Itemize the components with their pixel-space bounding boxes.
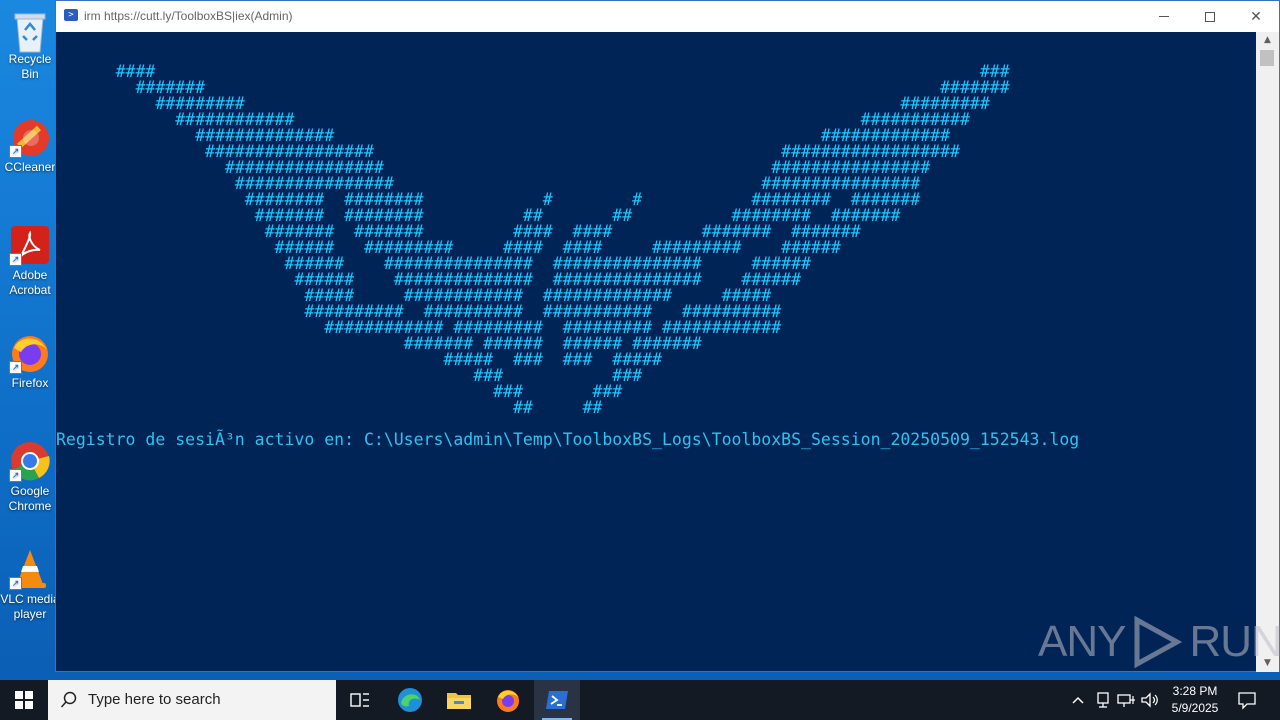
desktop-icon-adobe-acrobat[interactable]: ↗ Adobe Acrobat [0,224,60,298]
search-icon [60,691,77,708]
shortcut-arrow-icon: ↗ [9,253,22,266]
close-button[interactable]: ✕ [1233,1,1279,32]
desktop-icon-label: CCleaner [4,160,56,174]
shortcut-arrow-icon: ↗ [9,469,22,482]
task-view-button[interactable] [337,680,383,720]
notification-icon [1238,692,1256,710]
close-icon: ✕ [1250,8,1262,24]
maximize-icon [1205,11,1215,22]
chrome-icon: ↗ [9,440,51,482]
minimize-icon [1159,16,1169,17]
shortcut-arrow-icon: ↗ [9,361,22,374]
desktop-icon-label: Firefox [11,376,49,390]
adobe-acrobat-icon: ↗ [9,224,51,266]
shortcut-arrow-icon: ↗ [9,577,22,590]
scrollbar-thumb[interactable] [1260,50,1274,66]
taskbar-powershell[interactable] [534,680,580,720]
tray-volume[interactable] [1140,680,1160,720]
console-output[interactable]: #### ### ####### ####### ######### #####… [56,32,1256,672]
desktop-icon-recycle-bin[interactable]: Recycle Bin [0,8,60,82]
tray-network[interactable] [1093,680,1113,720]
firefox-icon [497,690,519,712]
windows-logo-icon [15,691,33,709]
firefox-icon: ↗ [9,332,51,374]
watermark-right: RUN [1189,617,1280,666]
search-placeholder: Type here to search [88,691,221,708]
start-button[interactable] [0,680,48,720]
taskbar-edge[interactable] [387,680,433,720]
network-icon [1097,692,1109,708]
recycle-bin-icon [9,8,51,53]
desktop-icon-firefox[interactable]: ↗ Firefox [0,332,60,391]
clock-time: 3:28 PM [1172,684,1218,698]
chevron-up-icon [1072,696,1084,704]
maximize-button[interactable] [1187,1,1233,32]
clock-date: 5/9/2025 [1171,701,1219,715]
window-title: irm https://cutt.ly/ToolboxBS|iex(Admin) [84,9,293,23]
action-center-button[interactable] [1237,680,1257,720]
desktop-icon-ccleaner[interactable]: ↗ CCleaner [0,116,60,175]
ascii-art-logo: #### ### ####### ####### ######### #####… [115,62,1010,417]
ccleaner-icon: ↗ [9,116,51,158]
desktop-icon-label: Google Chrome [8,484,52,513]
tray-wifi[interactable] [1116,680,1136,720]
file-explorer-icon [447,693,471,709]
window-titlebar[interactable]: > irm https://cutt.ly/ToolboxBS|iex(Admi… [56,1,1279,32]
log-path-line: Registro de sesiÃ³n activo en: C:\Users\… [56,430,1080,449]
powershell-icon: > [64,9,78,21]
anyrun-watermark: ANY RUN [1038,612,1280,672]
volume-icon [1141,692,1158,708]
watermark-left: ANY [1038,617,1126,666]
taskbar-firefox[interactable] [485,680,531,720]
vertical-scrollbar[interactable]: ▲ ▼ [1256,32,1279,672]
taskbar-file-explorer[interactable] [436,680,482,720]
desktop-icon-vlc[interactable]: ↗ VLC media player [0,548,60,622]
desktop-icon-label: Recycle Bin [8,52,52,81]
taskbar-clock[interactable]: 3:28 PM 5/9/2025 [1160,683,1230,717]
minimize-button[interactable] [1141,1,1187,32]
desktop-icon-label: Adobe Acrobat [9,268,51,297]
shortcut-arrow-icon: ↗ [9,145,22,158]
desktop-icon-chrome[interactable]: ↗ Google Chrome [0,440,60,514]
powershell-icon [546,691,568,709]
powershell-window[interactable]: > irm https://cutt.ly/ToolboxBS|iex(Admi… [55,0,1280,672]
show-hidden-icons[interactable] [1068,680,1088,720]
edge-icon [398,688,422,712]
task-view-icon [350,693,369,707]
desktop-icon-label: VLC media player [0,592,60,621]
play-logo-icon [1134,615,1183,669]
vlc-icon: ↗ [9,548,51,590]
taskbar: Type here to search 3:28 PM 5/9/2025 [0,680,1280,720]
wifi-icon [1117,694,1135,707]
taskbar-search-box[interactable]: Type here to search [48,680,336,720]
scroll-up-icon[interactable]: ▲ [1256,32,1279,49]
